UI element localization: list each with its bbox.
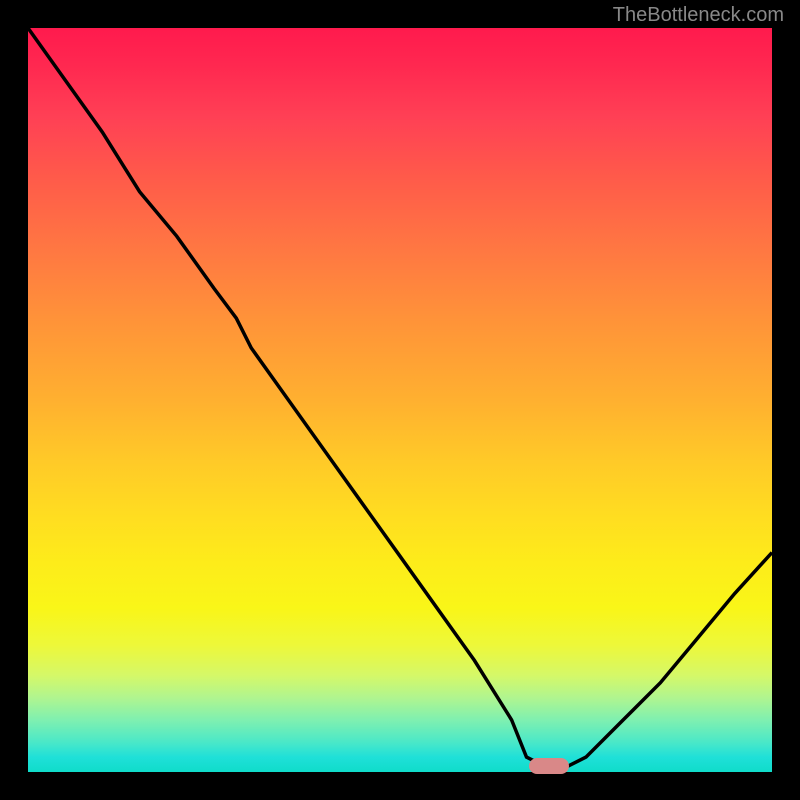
- chart-plot-area: [28, 28, 772, 772]
- bottleneck-curve: [28, 28, 772, 772]
- watermark-text: TheBottleneck.com: [613, 4, 784, 27]
- optimal-point-marker: [529, 758, 569, 774]
